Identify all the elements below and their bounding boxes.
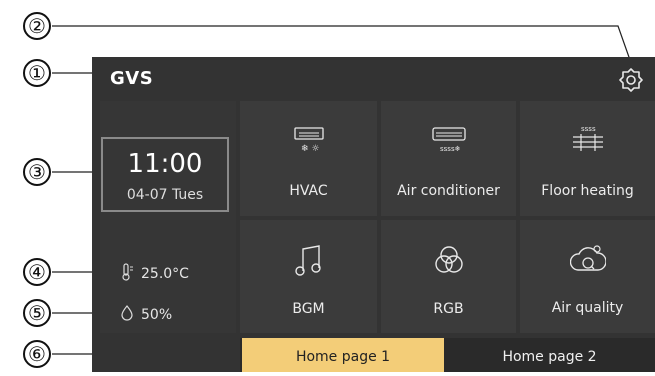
gear-icon[interactable]	[618, 67, 644, 93]
top-bar	[92, 57, 655, 99]
air-conditioner-icon: ssss❄	[431, 127, 466, 153]
rgb-circles-icon	[434, 246, 463, 273]
humidity-value: 50%	[141, 307, 173, 323]
tile-label: Air conditioner	[397, 183, 500, 199]
tile-label: RGB	[433, 301, 464, 317]
droplet-icon	[121, 305, 133, 321]
callout-5: ⑤	[23, 299, 51, 327]
svg-text:ssss❄: ssss❄	[440, 145, 461, 153]
thermometer-icon	[122, 263, 133, 281]
hvac-icon: ❄ ☼	[293, 127, 324, 154]
brand-logo: GVS	[110, 68, 154, 89]
clock-widget[interactable]: 11:00 04-07 Tues	[101, 137, 229, 212]
svg-text:ssss: ssss	[581, 125, 596, 133]
callout-3: ③	[23, 158, 51, 186]
clock-date: 04-07 Tues	[126, 187, 204, 203]
air-quality-icon	[569, 245, 606, 271]
page-tabs: Home page 1 Home page 2	[240, 338, 655, 372]
callout-1: ①	[23, 59, 51, 87]
tile-air-quality[interactable]: Air quality	[520, 220, 655, 333]
tile-floor-heating[interactable]: ssss Floor heating	[520, 101, 655, 216]
tile-rgb[interactable]: RGB	[381, 220, 516, 333]
tile-bgm[interactable]: BGM	[240, 220, 377, 333]
callout-4: ④	[23, 258, 51, 286]
tab-home-page-2[interactable]: Home page 2	[444, 338, 655, 372]
floor-heating-icon: ssss	[572, 125, 603, 151]
tile-label: BGM	[292, 301, 325, 317]
music-note-icon	[294, 245, 321, 276]
tile-label: Air quality	[551, 300, 624, 316]
tile-label: Floor heating	[541, 183, 634, 199]
callout-2: ②	[23, 12, 51, 40]
callout-6: ⑥	[23, 340, 51, 368]
clock-time: 11:00	[127, 149, 203, 179]
tile-air-conditioner[interactable]: ssss❄ Air conditioner	[381, 101, 516, 216]
temperature-value: 25.0°C	[141, 266, 189, 282]
tab-home-page-1[interactable]: Home page 1	[242, 338, 444, 372]
tile-hvac[interactable]: ❄ ☼ HVAC	[240, 101, 377, 216]
tile-label: HVAC	[289, 183, 328, 199]
svg-text:❄ ☼: ❄ ☼	[301, 144, 319, 154]
info-column	[100, 101, 236, 333]
